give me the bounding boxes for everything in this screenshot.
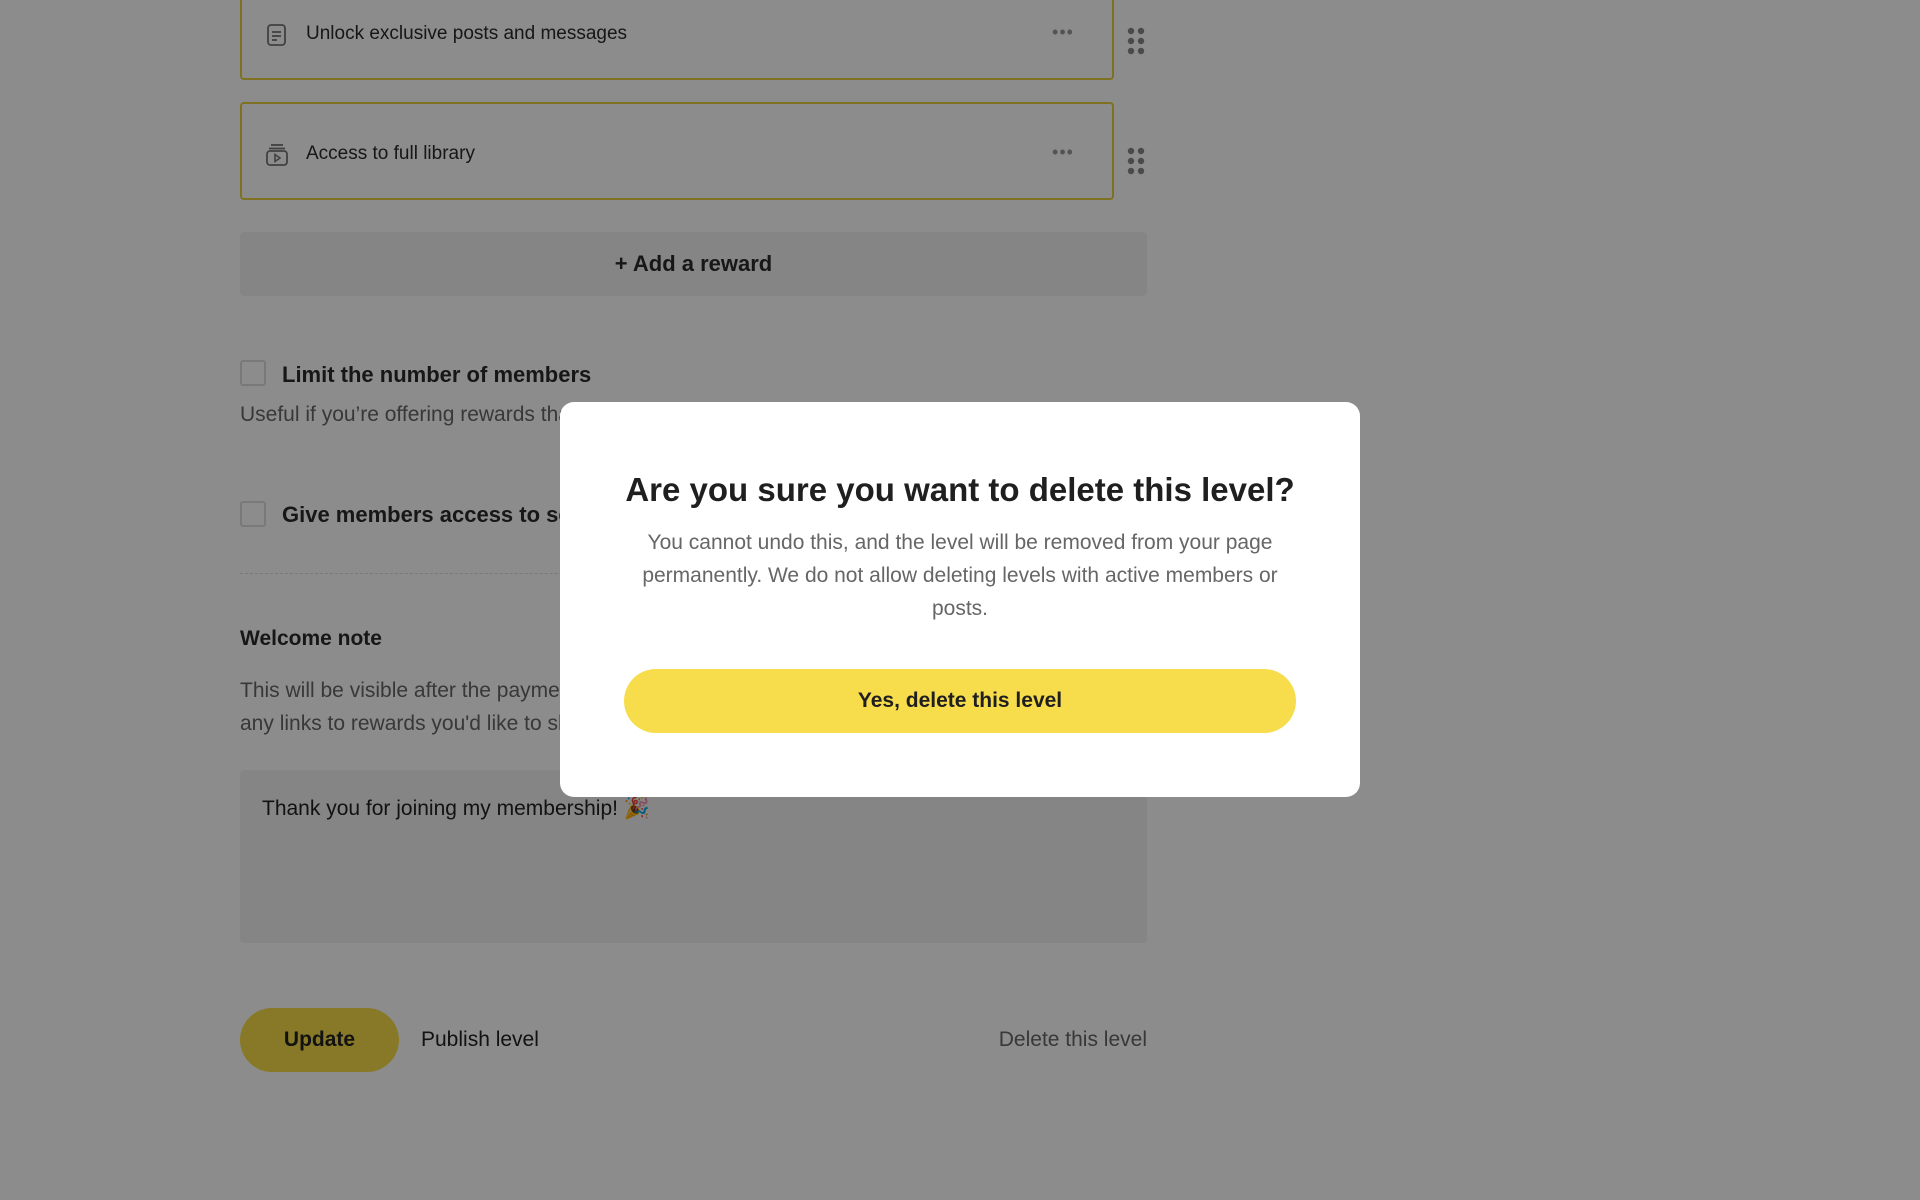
delete-confirm-dialog: Are you sure you want to delete this lev…	[560, 402, 1360, 797]
confirm-delete-button[interactable]: Yes, delete this level	[624, 669, 1296, 733]
dialog-message: You cannot undo this, and the level will…	[642, 531, 1278, 620]
dialog-title: Are you sure you want to delete this lev…	[625, 471, 1295, 508]
